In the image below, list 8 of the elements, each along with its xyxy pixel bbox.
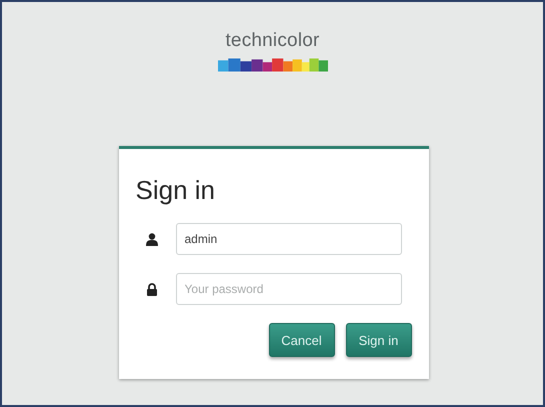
password-field[interactable]: Your password: [176, 273, 402, 305]
cancel-button[interactable]: Cancel: [268, 323, 334, 357]
logo-text: technicolor: [225, 30, 320, 52]
username-field[interactable]: admin: [176, 223, 402, 255]
lock-icon: [146, 282, 158, 296]
dialog-title: Sign in: [136, 175, 216, 205]
sign-in-button[interactable]: Sign in: [346, 323, 412, 357]
user-icon: [146, 232, 158, 246]
